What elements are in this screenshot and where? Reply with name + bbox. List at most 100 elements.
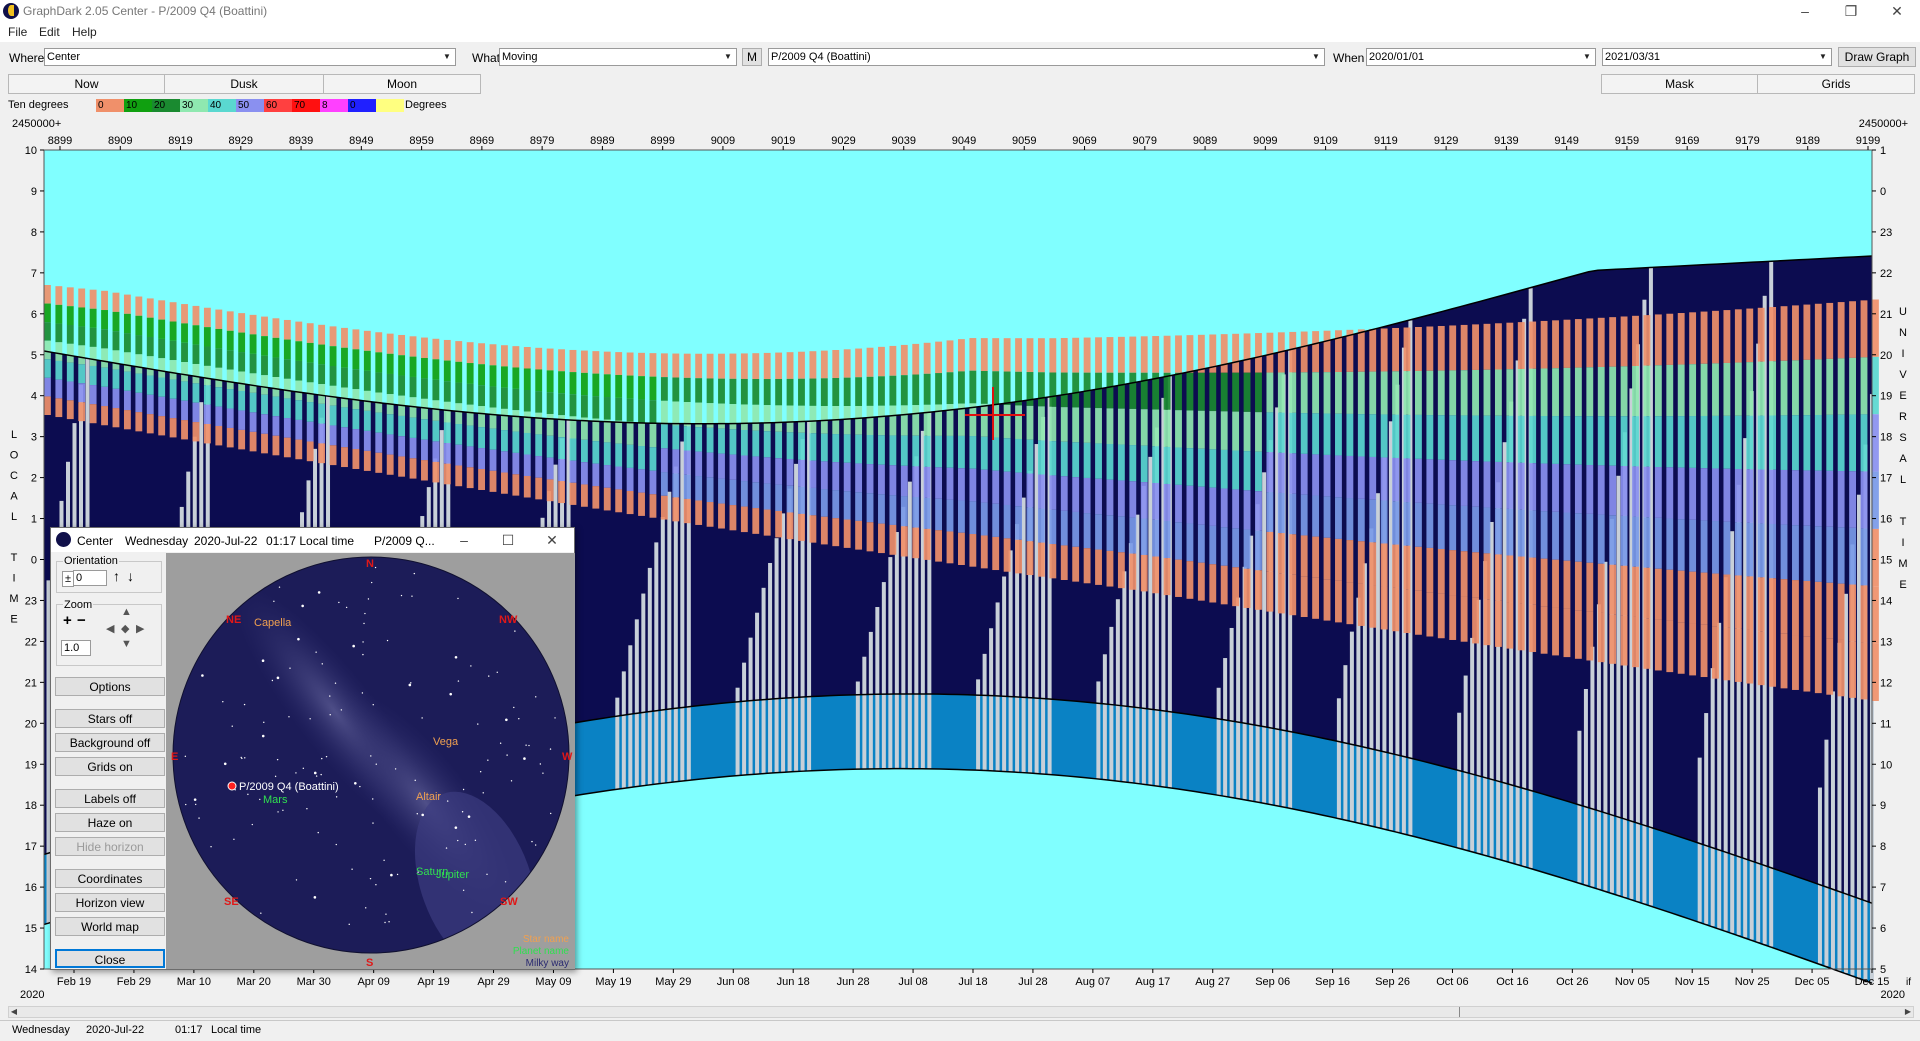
left-tick-label: 0: [31, 555, 37, 567]
coordinates-button[interactable]: Coordinates: [55, 869, 165, 888]
tab-grids[interactable]: Grids: [1757, 74, 1915, 94]
pan-arrows-icon[interactable]: ▲ ◀ ◆ ▶ ▼: [103, 606, 149, 654]
end-date-select[interactable]: 2021/03/31 ▼: [1602, 48, 1832, 66]
altitude-bar: [992, 437, 1000, 471]
menu-help[interactable]: Help: [72, 25, 97, 39]
rotate-up-icon[interactable]: ↑: [113, 568, 120, 584]
close-window-button[interactable]: ✕: [1874, 0, 1920, 22]
altitude-bar: [478, 406, 486, 428]
haze-toggle-button[interactable]: Haze on: [55, 813, 165, 832]
scroll-right-icon[interactable]: ▶: [1903, 1007, 1913, 1017]
orientation-input[interactable]: 0: [73, 570, 107, 586]
altitude-bar: [1163, 372, 1171, 410]
altitude-bar: [169, 379, 177, 399]
moon-bar: [875, 607, 880, 769]
zoom-input[interactable]: 1.0: [61, 640, 91, 656]
dialog-close-button[interactable]: ✕: [531, 528, 573, 552]
altitude-bar: [1666, 467, 1674, 519]
star-dot: [513, 706, 515, 709]
altitude-bar: [1072, 337, 1080, 373]
altitude-bar: [786, 485, 794, 513]
altitude-bar: [603, 487, 611, 511]
star-dot: [457, 680, 460, 682]
where-select[interactable]: Center ▼: [44, 48, 456, 66]
altitude-bar: [238, 332, 246, 353]
tab-moon[interactable]: Moon: [323, 74, 481, 94]
altitude-bar: [44, 377, 51, 397]
stars-toggle-button[interactable]: Stars off: [55, 709, 165, 728]
start-date-select[interactable]: 2020/01/01 ▼: [1366, 48, 1596, 66]
dialog-minimize-button[interactable]: –: [443, 528, 485, 552]
altitude-bar: [1803, 580, 1811, 637]
menu-edit[interactable]: Edit: [39, 25, 60, 39]
hide-horizon-button[interactable]: Hide horizon: [55, 837, 165, 856]
altitude-bar: [935, 467, 943, 499]
options-button[interactable]: Options: [55, 677, 165, 696]
object-select[interactable]: P/2009 Q4 (Boattini) ▼: [768, 48, 1325, 66]
date-tick-label: May 09: [535, 976, 571, 988]
m-button[interactable]: M: [742, 48, 762, 66]
star-dot: [222, 701, 224, 703]
menu-file[interactable]: File: [8, 25, 27, 39]
label-jupiter: Jupiter: [436, 869, 469, 881]
altitude-bar: [1506, 462, 1514, 509]
altitude-bar: [1323, 330, 1331, 373]
altitude-bar: [55, 304, 63, 324]
altitude-bar: [1175, 447, 1182, 485]
labels-toggle-button[interactable]: Labels off: [55, 789, 165, 808]
star-dot: [251, 823, 253, 826]
altitude-bar: [1643, 618, 1651, 669]
dialog-close-action-button[interactable]: Close: [55, 949, 165, 968]
jd-tick-label: 9109: [1313, 135, 1337, 147]
star-dot: [496, 671, 498, 673]
sky-view[interactable]: N NE NW E W SE SW S Capella Vega Altair …: [166, 553, 575, 969]
maximize-button[interactable]: ❐: [1828, 0, 1874, 22]
altitude-bar: [1083, 337, 1091, 373]
altitude-bar: [1220, 411, 1228, 450]
altitude-bar: [329, 385, 337, 406]
right-tick-label: 17: [1880, 473, 1892, 485]
altitude-bar: [1860, 585, 1868, 643]
altitude-bar: [889, 375, 897, 406]
zoom-in-icon[interactable]: +: [63, 612, 72, 629]
altitude-bar: [192, 305, 200, 326]
key-star-name: Star name: [523, 934, 570, 945]
moon-bar: [1470, 637, 1475, 852]
scroll-thumb[interactable]: [1459, 1007, 1460, 1017]
minimize-button[interactable]: –: [1782, 0, 1828, 22]
altitude-bar: [135, 296, 143, 316]
altitude-bar: [1095, 372, 1102, 409]
tab-now[interactable]: Now: [8, 74, 165, 94]
horizon-view-button[interactable]: Horizon view: [55, 893, 165, 912]
altitude-bar: [1095, 478, 1102, 515]
altitude-bar: [969, 534, 977, 567]
altitude-bar: [775, 510, 783, 538]
scroll-left-icon[interactable]: ◀: [9, 1007, 19, 1017]
altitude-bar: [1632, 566, 1639, 617]
altitude-bar: [558, 415, 565, 438]
comet-marker[interactable]: [227, 781, 237, 791]
background-toggle-button[interactable]: Background off: [55, 733, 165, 752]
dialog-maximize-button[interactable]: ☐: [487, 528, 529, 552]
tab-mask[interactable]: Mask: [1601, 74, 1758, 94]
tab-dusk[interactable]: Dusk: [164, 74, 324, 94]
altitude-bar: [421, 357, 428, 379]
altitude-bar: [592, 463, 600, 487]
altitude-bar: [980, 502, 988, 536]
altitude-bar: [1117, 336, 1125, 373]
altitude-bar: [306, 382, 314, 403]
jd-tick-label: 8959: [409, 135, 433, 147]
what-select[interactable]: Moving ▼: [499, 48, 737, 66]
world-map-button[interactable]: World map: [55, 917, 165, 936]
draw-graph-button[interactable]: Draw Graph: [1838, 47, 1916, 67]
grids-toggle-button[interactable]: Grids on: [55, 757, 165, 776]
altitude-bar: [1037, 474, 1045, 509]
zoom-out-icon[interactable]: −: [77, 612, 86, 629]
altitude-bar: [843, 434, 851, 463]
rotate-down-icon[interactable]: ↓: [127, 568, 134, 584]
altitude-bar: [729, 505, 737, 531]
horizontal-scrollbar[interactable]: ◀ ▶: [8, 1006, 1914, 1018]
date-tick-label: Oct 26: [1556, 976, 1588, 988]
altitude-bar: [249, 373, 257, 393]
altitude-bar: [1426, 547, 1434, 593]
